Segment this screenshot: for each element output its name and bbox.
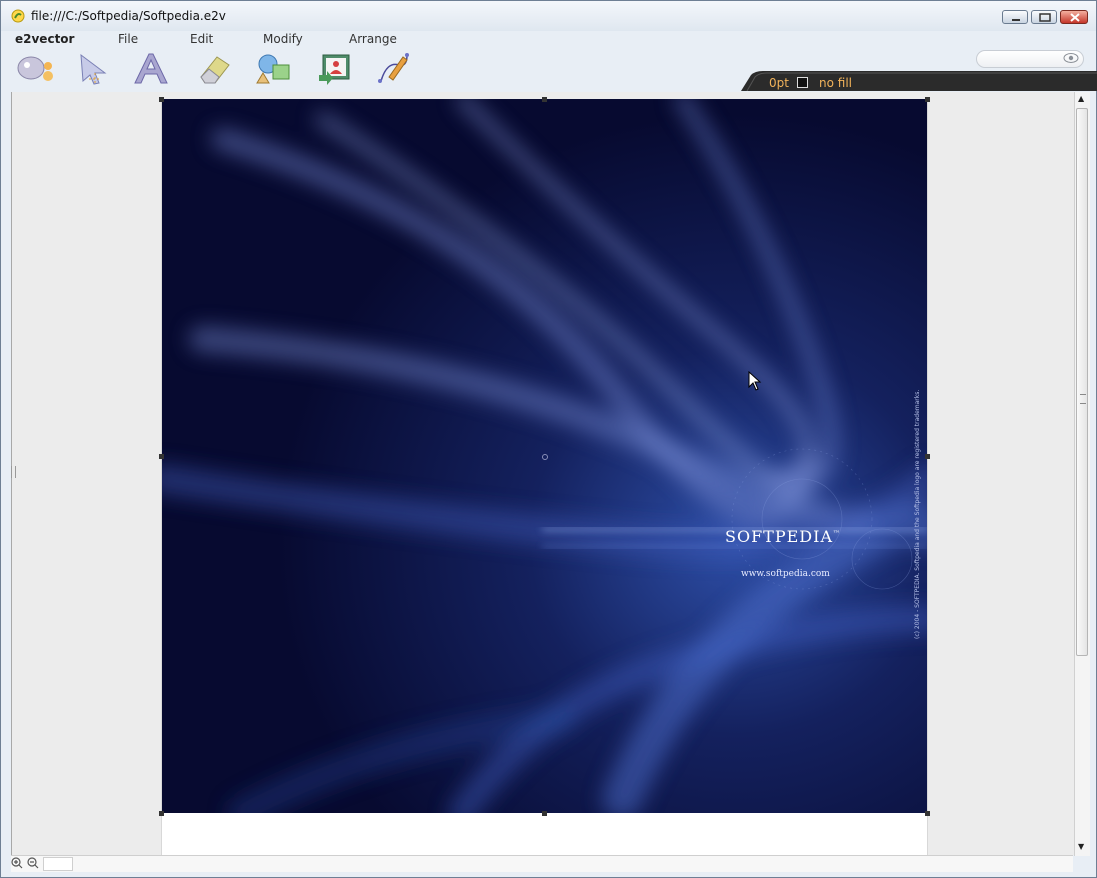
scroll-down-arrow-icon[interactable]: ▼ <box>1078 842 1084 851</box>
palette-icon <box>17 56 53 81</box>
minimize-button[interactable] <box>1002 10 1028 24</box>
pen-tool-button[interactable] <box>373 51 413 85</box>
scroll-up-arrow-icon[interactable]: ▲ <box>1078 94 1084 103</box>
close-button[interactable] <box>1060 10 1088 24</box>
palette-tool-button[interactable] <box>15 51 55 85</box>
minimize-icon <box>1012 19 1020 21</box>
eraser-tool-button[interactable] <box>195 51 235 85</box>
zoom-in-icon[interactable] <box>11 857 23 869</box>
zoom-out-icon[interactable] <box>27 857 39 869</box>
pointer-tool-button[interactable] <box>75 51 115 85</box>
canvas-workspace[interactable]: SOFTPEDIA™ www.softpedia.com (c) 2004 - … <box>11 92 1074 855</box>
app-window: file:///C:/Softpedia/Softpedia.e2v e2vec… <box>0 0 1097 878</box>
shapes-tool-icon <box>256 54 290 84</box>
selection-handle-top-left[interactable] <box>159 97 164 102</box>
window-title: file:///C:/Softpedia/Softpedia.e2v <box>31 9 226 23</box>
selection-handle-middle-right[interactable] <box>925 454 930 459</box>
selection-center-point[interactable] <box>542 454 548 460</box>
title-bar: file:///C:/Softpedia/Softpedia.e2v <box>1 1 1096 31</box>
fill-value[interactable]: no fill <box>819 76 852 90</box>
stroke-width-value[interactable]: 0pt <box>769 76 789 90</box>
stroke-color-swatch[interactable] <box>797 77 808 88</box>
pointer-tool-icon <box>80 53 107 85</box>
panel-splitter[interactable] <box>11 466 16 478</box>
menu-bar: e2vector File Edit Modify Arrange <box>1 31 1096 49</box>
text-tool-icon <box>134 53 168 84</box>
property-bar <box>741 71 1097 91</box>
selection-handle-top-right[interactable] <box>925 97 930 102</box>
vertical-scrollbar[interactable]: ▲ ▼ <box>1074 92 1090 856</box>
selection-handle-bottom-middle[interactable] <box>542 811 547 816</box>
window-controls <box>1002 10 1088 24</box>
mouse-cursor-icon <box>748 371 762 391</box>
menu-brand[interactable]: e2vector <box>15 32 74 46</box>
eye-icon <box>1063 53 1079 63</box>
eraser-tool-icon <box>200 56 230 84</box>
close-icon <box>1070 13 1080 22</box>
image-tool-icon <box>319 54 350 85</box>
selection-handle-middle-left[interactable] <box>159 454 164 459</box>
selection-handle-bottom-left[interactable] <box>159 811 164 816</box>
maximize-icon <box>1039 13 1051 22</box>
vertical-scroll-thumb[interactable] <box>1076 108 1088 656</box>
softpedia-logo-text: SOFTPEDIA™ <box>725 527 841 546</box>
app-icon <box>11 9 25 23</box>
pen-tool-icon <box>378 53 409 83</box>
maximize-button[interactable] <box>1031 10 1057 24</box>
search-input[interactable] <box>976 50 1084 68</box>
shapes-tool-button[interactable] <box>255 51 295 85</box>
menu-file[interactable]: File <box>118 32 138 46</box>
zoom-level-field[interactable] <box>43 857 73 871</box>
menu-edit[interactable]: Edit <box>190 32 213 46</box>
selection-handle-bottom-right[interactable] <box>925 811 930 816</box>
text-tool-button[interactable] <box>131 51 171 85</box>
menu-arrange[interactable]: Arrange <box>349 32 397 46</box>
selection-handle-top-middle[interactable] <box>542 97 547 102</box>
status-bar <box>11 855 1073 872</box>
softpedia-url-text: www.softpedia.com <box>741 569 830 579</box>
scroll-grip-icon <box>1080 394 1086 404</box>
menu-modify[interactable]: Modify <box>263 32 303 46</box>
image-tool-button[interactable] <box>315 51 355 85</box>
copyright-text: (c) 2004 - SOFTPEDIA. Softpedia and the … <box>914 389 921 639</box>
